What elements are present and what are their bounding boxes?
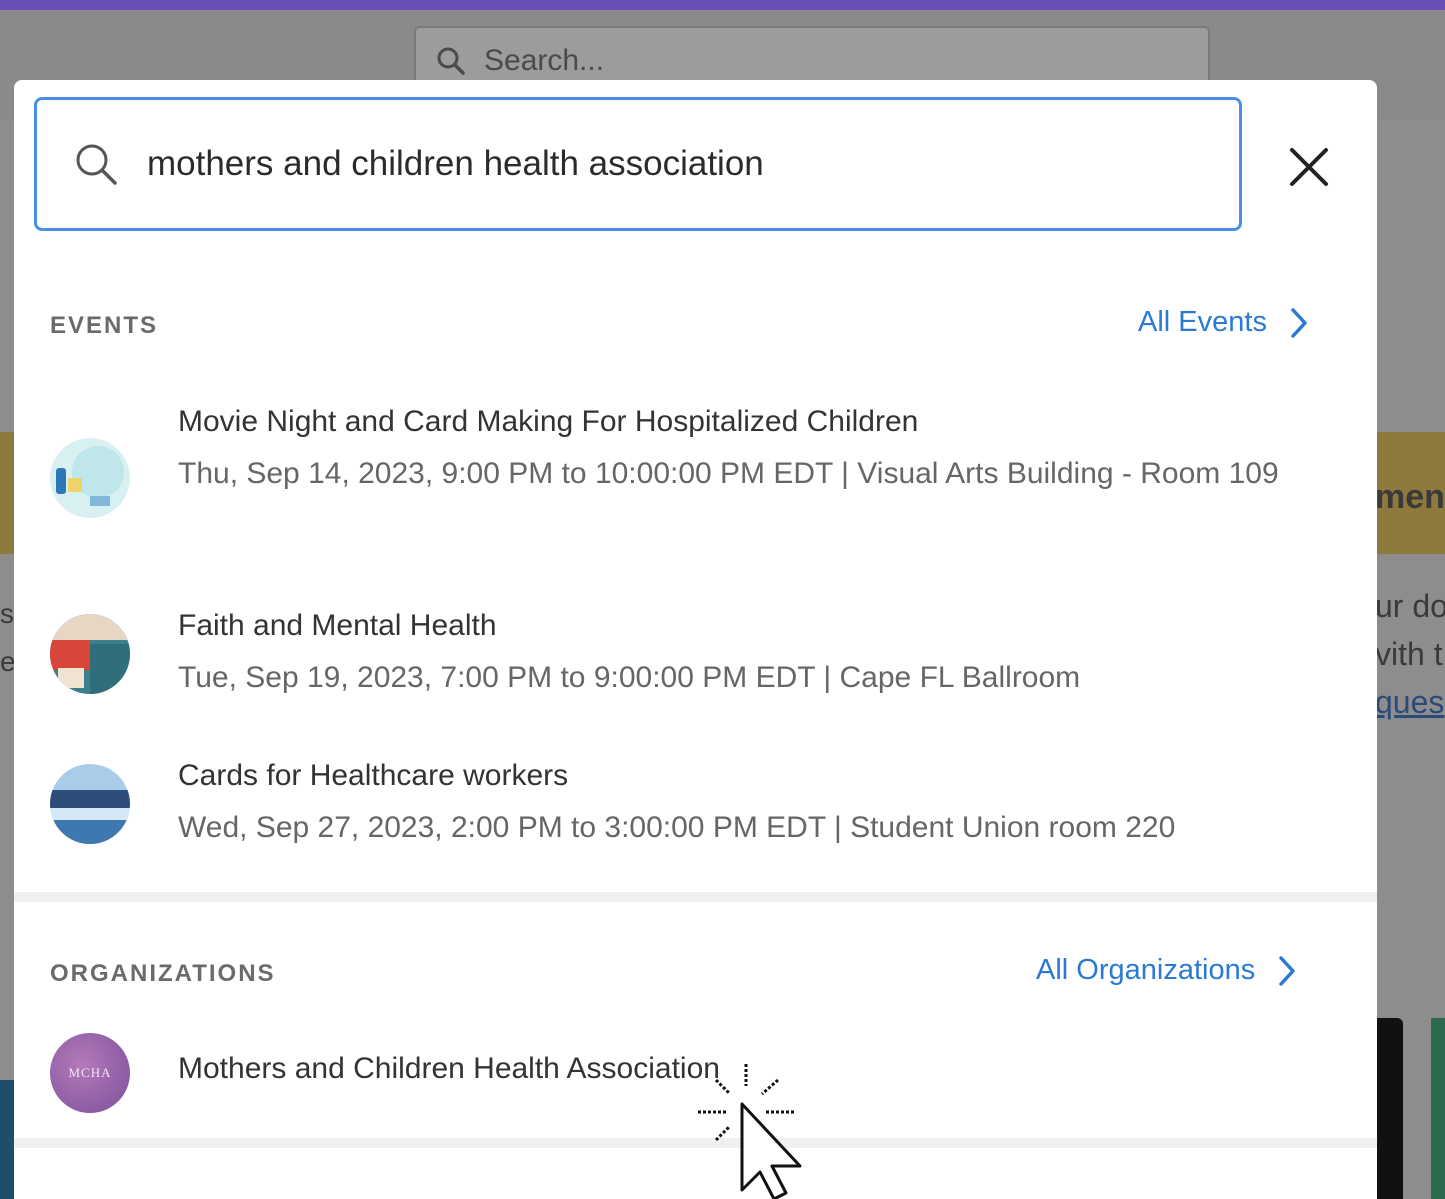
background-side-link: ques xyxy=(1375,684,1445,720)
event-thumbnail xyxy=(50,614,130,694)
chevron-right-icon xyxy=(1291,307,1307,338)
chevron-right-icon xyxy=(1279,955,1295,986)
close-icon[interactable] xyxy=(1286,144,1332,190)
all-events-label: All Events xyxy=(1138,306,1267,338)
event-title: Faith and Mental Health xyxy=(178,609,497,642)
search-field[interactable] xyxy=(34,97,1242,231)
background-side-text: vith t xyxy=(1375,636,1443,672)
event-details: Tue, Sep 19, 2023, 7:00 PM to 9:00:00 PM… xyxy=(178,661,1081,694)
search-icon xyxy=(76,144,117,185)
all-organizations-link[interactable]: All Organizations xyxy=(1036,954,1297,987)
event-thumbnail xyxy=(50,438,130,518)
organization-item[interactable]: MCHA Mothers and Children Health Associa… xyxy=(14,1030,1377,1120)
search-input[interactable] xyxy=(147,134,1147,194)
background-left-mark: s xyxy=(0,598,14,629)
background-left-mark: e xyxy=(0,646,14,677)
section-divider xyxy=(14,1138,1377,1148)
background-search-placeholder: Search... xyxy=(484,44,605,77)
organization-name: Mothers and Children Health Association xyxy=(178,1052,720,1085)
event-item[interactable]: Cards for Healthcare workers Wed, Sep 27… xyxy=(14,756,1377,856)
event-item[interactable]: Movie Night and Card Making For Hospital… xyxy=(14,402,1377,552)
background-side-text: ur do xyxy=(1375,588,1445,624)
background-tile xyxy=(0,1080,14,1199)
event-thumbnail xyxy=(50,764,130,844)
background-banner-text: men xyxy=(1375,478,1445,516)
event-title: Cards for Healthcare workers xyxy=(178,759,569,792)
organization-avatar-text: MCHA xyxy=(68,1065,112,1080)
all-organizations-label: All Organizations xyxy=(1036,954,1256,986)
organization-avatar: MCHA xyxy=(50,1033,130,1113)
background-tile xyxy=(1431,1018,1445,1199)
app-top-bar xyxy=(0,0,1445,10)
event-title: Movie Night and Card Making For Hospital… xyxy=(178,405,919,438)
search-modal: EVENTS All Events Movie Night and Card M… xyxy=(14,80,1377,1199)
events-section-label: EVENTS xyxy=(50,312,159,339)
organizations-section-label: ORGANIZATIONS xyxy=(50,960,276,987)
background-left-text: s e xyxy=(0,590,14,686)
search-icon xyxy=(437,47,465,75)
event-details: Thu, Sep 14, 2023, 9:00 PM to 10:00:00 P… xyxy=(178,457,1279,490)
event-item[interactable]: Faith and Mental Health Tue, Sep 19, 202… xyxy=(14,606,1377,706)
section-divider xyxy=(14,892,1377,902)
all-events-link[interactable]: All Events xyxy=(1138,306,1309,339)
event-details: Wed, Sep 27, 2023, 2:00 PM to 3:00:00 PM… xyxy=(178,811,1176,844)
